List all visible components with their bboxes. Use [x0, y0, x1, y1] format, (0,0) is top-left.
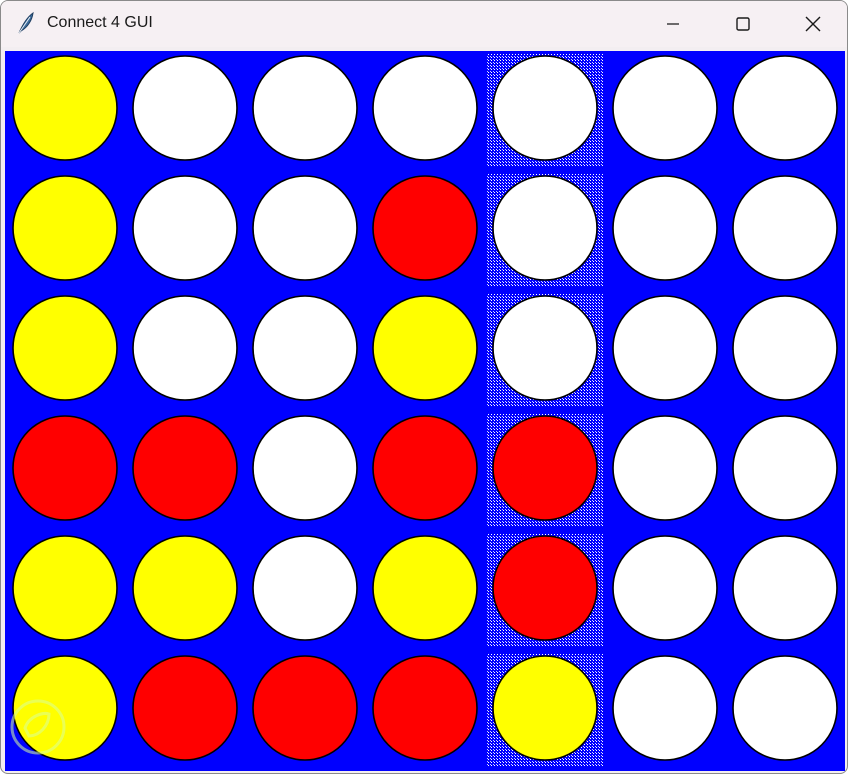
board-cell-red[interactable]: [132, 415, 238, 521]
board-cell-yellow[interactable]: [12, 175, 118, 281]
board-cell-empty[interactable]: [612, 655, 718, 761]
close-button[interactable]: [784, 1, 842, 47]
board-cell-empty[interactable]: [252, 535, 358, 641]
board-cell-yellow[interactable]: [372, 295, 478, 401]
board-cell-empty[interactable]: [612, 535, 718, 641]
title-bar[interactable]: Connect 4 GUI: [1, 1, 847, 47]
board-cell-red[interactable]: [12, 415, 118, 521]
board-cell-yellow[interactable]: [12, 535, 118, 641]
board-cell-yellow[interactable]: [372, 535, 478, 641]
board-cell-empty[interactable]: [492, 295, 598, 401]
board-cell-empty[interactable]: [732, 295, 838, 401]
board-cell-empty[interactable]: [252, 175, 358, 281]
maximize-icon: [735, 16, 751, 32]
board-cell-red[interactable]: [132, 655, 238, 761]
board-cell-red[interactable]: [492, 415, 598, 521]
maximize-button[interactable]: [714, 1, 772, 47]
board-cell-yellow[interactable]: [12, 655, 118, 761]
board-cell-yellow[interactable]: [12, 295, 118, 401]
app-window: Connect 4 GUI: [0, 0, 848, 774]
board-cell-empty[interactable]: [492, 175, 598, 281]
board-cell-empty[interactable]: [132, 55, 238, 161]
board-cell-red[interactable]: [492, 535, 598, 641]
board-canvas[interactable]: [5, 51, 845, 771]
board-cell-yellow[interactable]: [12, 55, 118, 161]
minimize-button[interactable]: [644, 1, 702, 47]
board-cell-empty[interactable]: [372, 55, 478, 161]
board-cell-empty[interactable]: [612, 295, 718, 401]
board-cell-empty[interactable]: [732, 175, 838, 281]
board-cell-empty[interactable]: [132, 295, 238, 401]
board-cell-empty[interactable]: [252, 295, 358, 401]
board-cell-empty[interactable]: [492, 55, 598, 161]
board-cell-red[interactable]: [372, 655, 478, 761]
board-cell-yellow[interactable]: [132, 535, 238, 641]
board-cell-empty[interactable]: [732, 415, 838, 521]
board-cell-empty[interactable]: [252, 415, 358, 521]
board-cell-yellow[interactable]: [492, 655, 598, 761]
board-cell-red[interactable]: [372, 415, 478, 521]
board-cell-red[interactable]: [372, 175, 478, 281]
board-cell-empty[interactable]: [732, 655, 838, 761]
board-cell-empty[interactable]: [612, 415, 718, 521]
board-cell-empty[interactable]: [612, 175, 718, 281]
board-cell-empty[interactable]: [732, 55, 838, 161]
feather-icon: [15, 11, 37, 35]
board-cell-empty[interactable]: [732, 535, 838, 641]
close-icon: [804, 15, 822, 33]
board-cell-empty[interactable]: [612, 55, 718, 161]
game-board[interactable]: [5, 51, 845, 771]
board-cell-empty[interactable]: [252, 55, 358, 161]
board-cell-red[interactable]: [252, 655, 358, 761]
minimize-icon: [665, 16, 681, 32]
window-title: Connect 4 GUI: [47, 14, 153, 31]
board-cell-empty[interactable]: [132, 175, 238, 281]
